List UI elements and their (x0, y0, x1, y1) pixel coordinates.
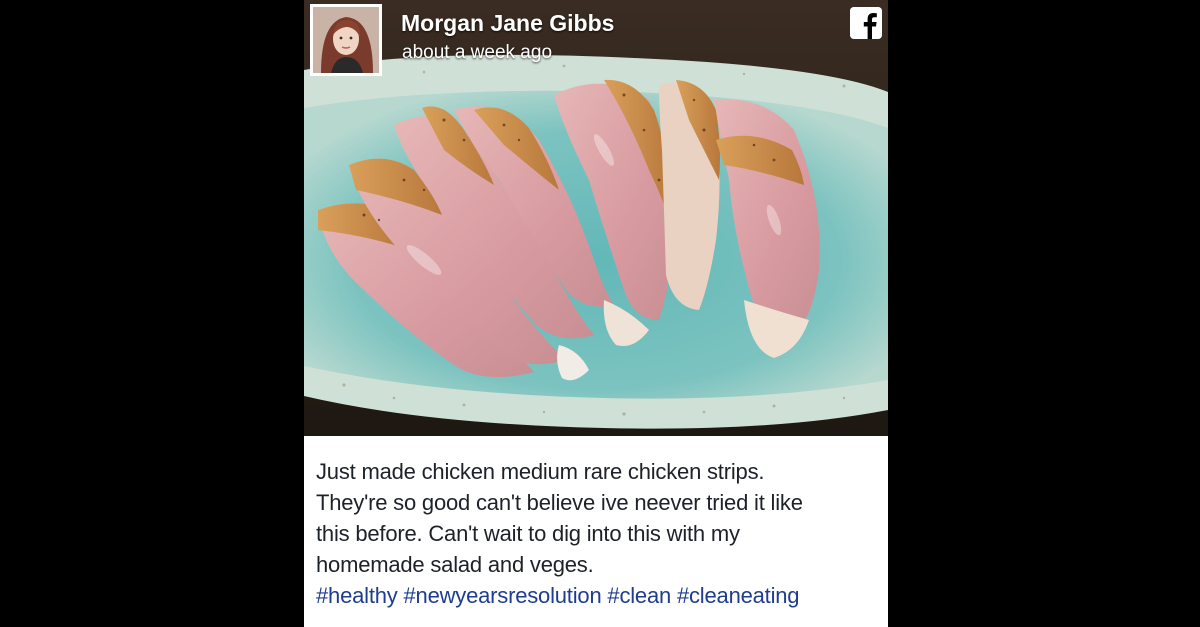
facebook-f-icon (850, 7, 882, 39)
hashtag-link[interactable]: #newyearsresolution (404, 583, 602, 608)
caption-line: Just made chicken medium rare chicken st… (316, 459, 765, 484)
hashtag-link[interactable]: #healthy (316, 583, 398, 608)
caption-line: this before. Can't wait to dig into this… (316, 521, 740, 546)
facebook-post-card: Morgan Jane Gibbs about a week ago Just … (304, 0, 888, 627)
avatar-portrait-icon (313, 7, 379, 73)
facebook-icon[interactable] (850, 7, 882, 39)
post-caption: Just made chicken medium rare chicken st… (316, 456, 878, 611)
caption-line: They're so good can't believe ive neever… (316, 490, 803, 515)
chicken-strips-photo (304, 0, 888, 436)
caption-line: homemade salad and veges. (316, 552, 594, 577)
profile-avatar[interactable] (310, 4, 382, 76)
canvas: Morgan Jane Gibbs about a week ago Just … (0, 0, 1200, 627)
hashtag-link[interactable]: #clean (607, 583, 671, 608)
hashtag-list: #healthy #newyearsresolution #clean #cle… (316, 580, 878, 611)
post-timestamp[interactable]: about a week ago (402, 42, 552, 64)
post-photo[interactable] (304, 0, 888, 436)
hashtag-link[interactable]: #cleaneating (677, 583, 800, 608)
author-name[interactable]: Morgan Jane Gibbs (401, 10, 614, 37)
